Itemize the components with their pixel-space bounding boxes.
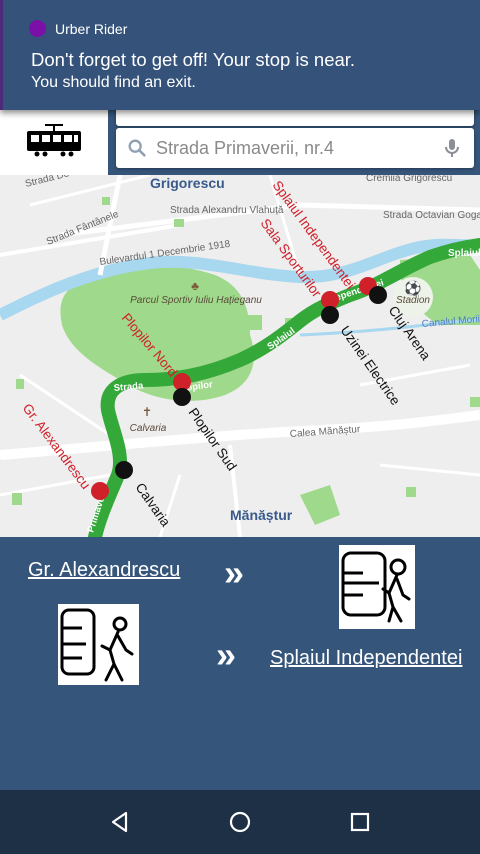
place-label-calvaria: Calvaria xyxy=(130,423,167,434)
to-stop-link[interactable]: Splaiul Independentei xyxy=(270,647,462,670)
tram-icon xyxy=(27,124,81,157)
street-label-goga: Strada Octavian Goga xyxy=(383,210,480,221)
recents-icon xyxy=(350,812,370,832)
station-label-calvaria: Calvaria xyxy=(133,480,174,530)
home-icon xyxy=(229,811,251,833)
home-button[interactable] xyxy=(220,802,260,842)
station-label-uzinei-electrice: Uzinei Electrice xyxy=(338,323,404,408)
back-button[interactable] xyxy=(100,802,140,842)
street-label-splaiul-top: Splaiul xyxy=(448,248,480,259)
trip-panel: Gr. Alexandrescu » » Splaiul Independent… xyxy=(0,537,480,790)
notification-app-row: Urber Rider xyxy=(29,20,127,37)
stop-marker-uzinei-electrice[interactable] xyxy=(321,306,339,324)
stop-marker-calvaria[interactable] xyxy=(115,461,133,479)
android-nav-bar xyxy=(0,790,480,854)
place-label-park: Parcul Sportiv Iuliu Hațieganu xyxy=(130,295,262,306)
street-label-do: Strada Do xyxy=(24,175,71,190)
map-label-manastur: Mănăștur xyxy=(230,507,293,523)
stop-marker-plopilor-sud[interactable] xyxy=(173,388,191,406)
recents-button[interactable] xyxy=(340,802,380,842)
stop-marker-cluj-arena[interactable] xyxy=(369,286,387,304)
from-stop-link[interactable]: Gr. Alexandrescu xyxy=(28,559,180,582)
back-icon xyxy=(111,811,128,833)
destination-text[interactable]: Strada Primaverii, nr.4 xyxy=(156,138,440,159)
bus-exit-icon xyxy=(58,604,139,685)
chevron-right-icon: » xyxy=(224,552,245,593)
street-label-cremiia: Cremiia Grigorescu xyxy=(366,175,452,184)
route-map[interactable]: Grigorescu Mănăștur Strada Do Strada Ale… xyxy=(0,175,480,537)
microphone-icon[interactable] xyxy=(440,136,464,160)
destination-search-field[interactable]: Strada Primaverii, nr.4 xyxy=(116,128,474,168)
app-icon xyxy=(29,20,46,37)
map-label-grigorescu: Grigorescu xyxy=(150,175,225,191)
chevron-right-icon-2: » xyxy=(216,634,237,675)
search-icon xyxy=(128,139,146,157)
tram-mode-button[interactable] xyxy=(0,105,108,175)
map-pin-church-icon: ✝ xyxy=(142,405,152,419)
stadium-icon: ⚽ xyxy=(403,280,421,297)
notification-app-name: Urber Rider xyxy=(55,20,128,37)
notification-title: Don't forget to get off! Your stop is ne… xyxy=(31,49,356,70)
route-label-strada: Strada xyxy=(113,380,144,394)
street-label-vlahuta: Strada Alexandru Vlahuță xyxy=(170,205,284,216)
notification-banner[interactable]: Urber Rider Don't forget to get off! You… xyxy=(0,0,480,110)
place-label-stadion: Stadion xyxy=(396,295,430,306)
stop-marker-gr-alexandrescu[interactable] xyxy=(91,482,109,500)
bus-boarding-icon xyxy=(339,545,415,629)
notification-body: You should find an exit. xyxy=(31,74,196,91)
map-pin-park-icon: ♣ xyxy=(191,279,199,293)
